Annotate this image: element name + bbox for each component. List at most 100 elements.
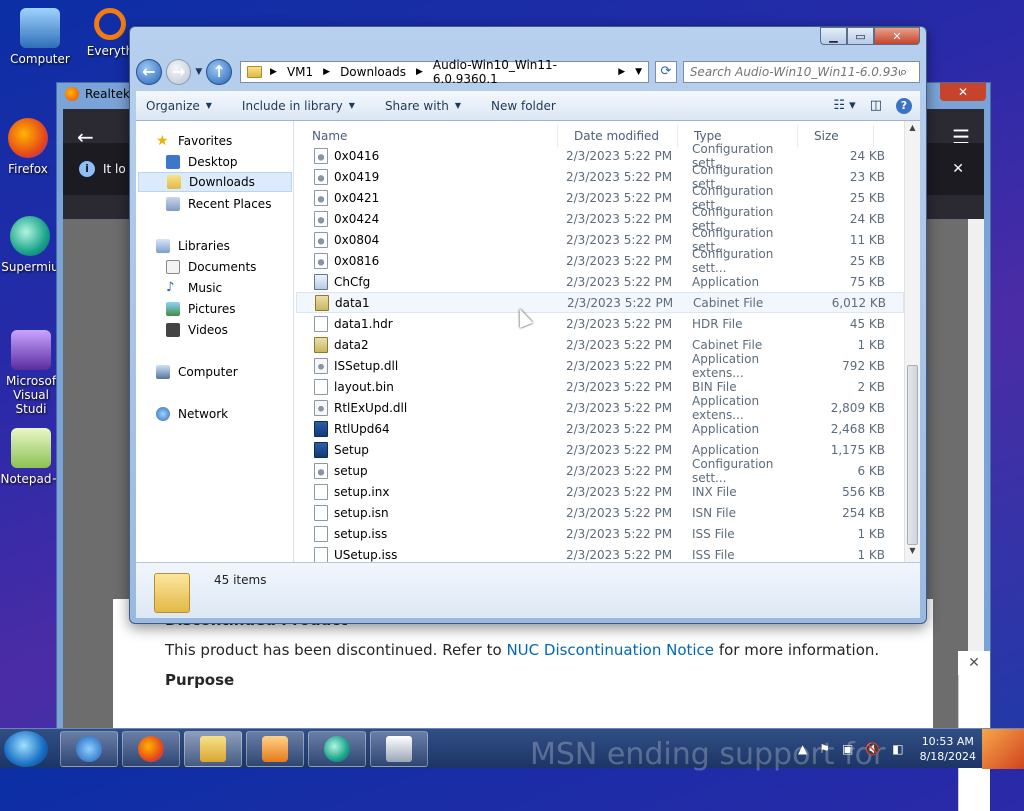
file-row[interactable]: RtlUpd64 2/3/2023 5:22 PM Application 2,468… xyxy=(296,418,904,439)
file-date: 2/3/2023 5:22 PM xyxy=(566,484,673,499)
nav-recent-places[interactable]: Recent Places xyxy=(166,194,271,214)
file-row[interactable]: data1.hdr 2/3/2023 5:22 PM HDR File 45 KB xyxy=(296,313,904,334)
refresh-button[interactable]: ⟳ xyxy=(655,61,677,83)
include-in-library-button[interactable]: Include in library ▼ xyxy=(242,99,355,113)
recent-pages-dropdown-icon[interactable]: ▼ xyxy=(195,67,202,77)
show-hidden-icons-icon[interactable]: ▲ xyxy=(798,742,807,756)
banner-close-icon[interactable]: ✕ xyxy=(952,161,964,177)
side-panel-close-icon[interactable]: ✕ xyxy=(958,651,990,675)
file-row[interactable]: setup 2/3/2023 5:22 PM Configuration sett.… xyxy=(296,457,904,485)
back-button[interactable]: ← xyxy=(136,59,162,85)
file-date: 2/3/2023 5:22 PM xyxy=(566,442,673,457)
file-row[interactable]: setup.inx 2/3/2023 5:22 PM INX File 556 KB xyxy=(296,481,904,502)
organize-button[interactable]: Organize ▼ xyxy=(146,99,212,113)
nav-favorites[interactable]: ★ Favorites xyxy=(156,131,232,151)
file-row[interactable]: 0x0816 2/3/2023 5:22 PM Configuration sett… xyxy=(296,247,904,275)
volume-muted-icon[interactable]: 🔇 xyxy=(865,742,880,756)
desktop-icon-notepadpp[interactable]: Notepad+ xyxy=(0,428,62,486)
desktop-icon-visual-studio[interactable]: Microsof Visual Studi xyxy=(0,330,62,416)
file-row[interactable]: RtlExUpd.dll 2/3/2023 5:22 PM Application … xyxy=(296,394,904,422)
desktop-icon-supermium[interactable]: Supermiu xyxy=(0,216,60,274)
clock[interactable]: 10:53 AM 8/18/2024 xyxy=(920,734,976,764)
tray-app-icon[interactable]: ◧ xyxy=(892,742,903,756)
desktop-icon-computer[interactable]: Computer xyxy=(4,8,76,66)
file-row[interactable]: 0x0416 2/3/2023 5:22 PM Configuration sett… xyxy=(296,142,904,170)
close-button[interactable]: ✕ xyxy=(874,27,920,45)
breadcrumb-vm1[interactable]: VM1 xyxy=(287,65,313,79)
file-row[interactable]: Setup 2/3/2023 5:22 PM Application 1,175 KB xyxy=(296,439,904,460)
file-row[interactable]: 0x0804 2/3/2023 5:22 PM Configuration sett… xyxy=(296,226,904,254)
file-row[interactable]: 0x0424 2/3/2023 5:22 PM Configuration sett… xyxy=(296,205,904,233)
taskbar-ie[interactable] xyxy=(60,731,118,767)
nav-desktop[interactable]: Desktop xyxy=(166,152,238,172)
column-header-name[interactable]: Name xyxy=(296,125,558,147)
file-row[interactable]: ChCfg 2/3/2023 5:22 PM Application 75 KB xyxy=(296,271,904,292)
file-row[interactable]: layout.bin 2/3/2023 5:22 PM BIN File 2 KB xyxy=(296,376,904,397)
file-row[interactable]: data2 2/3/2023 5:22 PM Cabinet File 1 KB xyxy=(296,334,904,355)
scroll-thumb[interactable] xyxy=(907,365,918,545)
file-type: Configuration sett... xyxy=(692,246,774,275)
address-bar[interactable]: ▶ VM1 ▶ Downloads ▶ Audio-Win10_Win11-6.… xyxy=(240,58,650,86)
doc-file-icon xyxy=(314,546,328,563)
dll-file-icon xyxy=(314,357,328,374)
nav-libraries[interactable]: Libraries xyxy=(156,236,230,256)
nav-downloads[interactable]: Downloads xyxy=(138,172,292,192)
star-icon: ★ xyxy=(156,133,169,149)
network-tray-icon[interactable]: ▣ xyxy=(842,742,853,756)
minimize-button[interactable]: ▁ xyxy=(820,27,847,45)
file-row[interactable]: 0x0419 2/3/2023 5:22 PM Configuration sett… xyxy=(296,163,904,191)
nav-music[interactable]: ♪ Music xyxy=(166,278,222,298)
nav-pictures[interactable]: Pictures xyxy=(166,299,236,319)
scroll-down-icon[interactable]: ▼ xyxy=(905,546,920,560)
file-type: Cabinet File xyxy=(693,295,764,310)
up-button[interactable]: ↑ xyxy=(206,59,233,85)
action-center-flag-icon[interactable]: ⚑ xyxy=(819,742,830,756)
column-header-date[interactable]: Date modified xyxy=(558,125,678,147)
new-folder-button[interactable]: New folder xyxy=(491,99,556,113)
taskbar-explorer[interactable] xyxy=(184,731,242,767)
file-name-cell: data2 xyxy=(296,336,566,353)
search-icon[interactable]: ⌕ xyxy=(900,65,907,80)
file-row[interactable]: data1 2/3/2023 5:22 PM Cabinet File 6,012 K… xyxy=(296,292,904,313)
forward-button[interactable]: → xyxy=(165,59,192,85)
app-file-icon xyxy=(314,273,328,290)
nav-network[interactable]: Network xyxy=(156,404,228,424)
breadcrumb-audio-folder[interactable]: Audio-Win10_Win11-6.0.9360.1 xyxy=(433,58,608,86)
file-row[interactable]: setup.iss 2/3/2023 5:22 PM ISS File 1 KB xyxy=(296,523,904,544)
file-date: 2/3/2023 5:22 PM xyxy=(566,463,673,478)
nav-computer[interactable]: Computer xyxy=(156,362,238,382)
firefox-close-button[interactable]: ✕ xyxy=(940,83,986,101)
chevron-down-icon: ▼ xyxy=(348,101,355,110)
share-with-button[interactable]: Share with ▼ xyxy=(385,99,461,113)
scroll-up-icon[interactable]: ▲ xyxy=(905,123,920,137)
search-box[interactable]: ⌕ xyxy=(682,61,920,83)
file-row[interactable]: setup.isn 2/3/2023 5:22 PM ISN File 254 KB xyxy=(296,502,904,523)
firefox-tab-title[interactable]: Realtek xyxy=(85,87,130,101)
vertical-scrollbar[interactable]: ▲ ▼ xyxy=(904,121,920,562)
taskbar-snipping-tool[interactable] xyxy=(370,731,428,767)
desktop-icon-label: Microsof Visual Studi xyxy=(5,374,57,416)
documents-icon xyxy=(166,260,180,274)
file-row[interactable]: 0x0421 2/3/2023 5:22 PM Configuration sett… xyxy=(296,184,904,212)
file-name: layout.bin xyxy=(334,379,394,394)
search-input[interactable] xyxy=(689,65,900,79)
preview-pane-icon[interactable]: ◫ xyxy=(870,98,882,113)
nav-documents[interactable]: Documents xyxy=(166,257,256,277)
file-type: Application xyxy=(692,442,760,457)
change-view-icon[interactable]: ☷ ▾ xyxy=(833,98,855,113)
help-icon[interactable]: ? xyxy=(896,97,912,114)
nav-videos[interactable]: Videos xyxy=(166,320,228,340)
discontinuation-notice-link[interactable]: NUC Discontinuation Notice xyxy=(506,641,714,659)
maximize-button[interactable]: ▭ xyxy=(847,27,874,45)
show-desktop-button[interactable] xyxy=(982,729,1024,769)
firefox-icon xyxy=(138,736,164,762)
taskbar-supermium[interactable] xyxy=(308,731,366,767)
taskbar-firefox[interactable] xyxy=(122,731,180,767)
start-button[interactable] xyxy=(4,731,48,767)
file-row[interactable]: ISSetup.dll 2/3/2023 5:22 PM Application e… xyxy=(296,352,904,380)
address-dropdown-icon[interactable]: ▼ xyxy=(635,67,642,77)
taskbar-media-player[interactable] xyxy=(246,731,304,767)
breadcrumb-downloads[interactable]: Downloads xyxy=(340,65,406,79)
cab-file-icon xyxy=(315,294,329,311)
desktop-icon-firefox[interactable]: Firefox xyxy=(0,118,56,176)
